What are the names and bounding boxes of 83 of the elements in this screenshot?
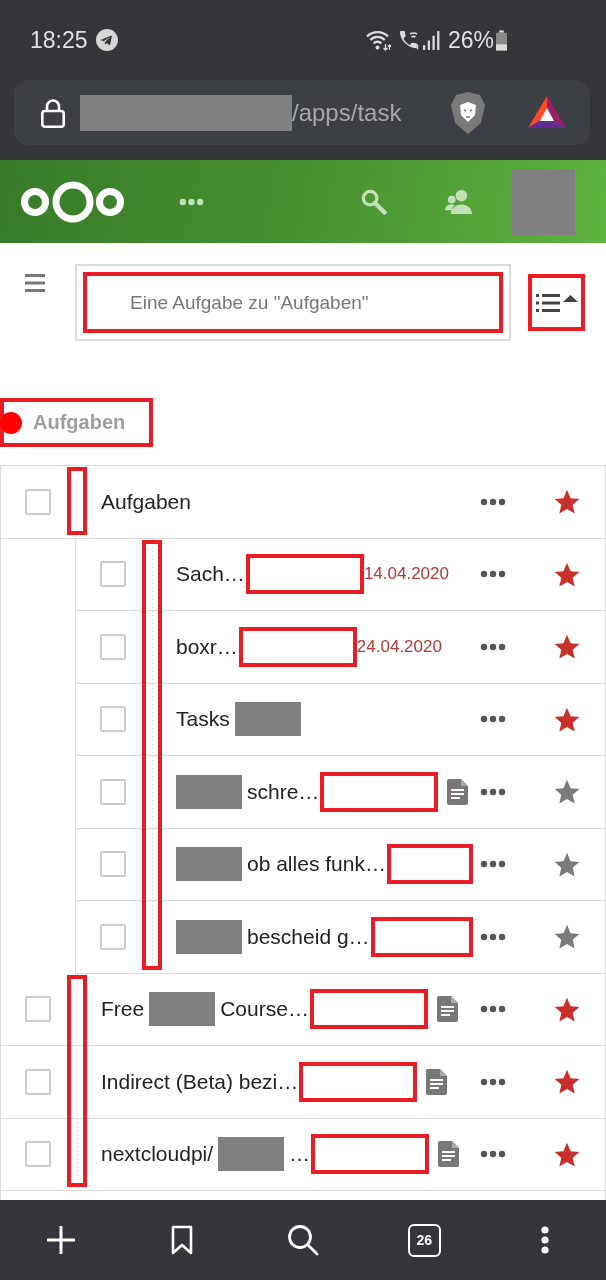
- sort-icon: [535, 292, 578, 313]
- due-date: 24.04.2020: [356, 636, 442, 657]
- due-date: 14.04.2020: [363, 564, 449, 585]
- star-icon[interactable]: [554, 779, 580, 805]
- checkbox[interactable]: [100, 706, 126, 733]
- battery-percentage: 26%: [447, 26, 494, 54]
- more-icon[interactable]: [480, 787, 506, 796]
- star-icon[interactable]: [554, 1069, 580, 1095]
- triangle-icon[interactable]: [528, 95, 566, 130]
- search-field[interactable]: Eine Aufgabe zu "Aufgaben": [75, 264, 511, 341]
- checkbox[interactable]: [100, 633, 126, 660]
- task-title[interactable]: …: [289, 1142, 311, 1167]
- bookmark-icon[interactable]: [170, 1225, 193, 1255]
- redacted-block: [218, 1137, 285, 1172]
- star-icon[interactable]: [554, 1141, 580, 1167]
- plus-icon[interactable]: [46, 1226, 75, 1254]
- task-row[interactable]: Aufgaben: [1, 466, 605, 539]
- task-row[interactable]: boxr… 24.04.2020: [76, 611, 605, 684]
- redacted-block: [149, 992, 216, 1027]
- redacted-block: [511, 168, 575, 235]
- redacted-block: [234, 702, 301, 737]
- search-icon[interactable]: [287, 1224, 319, 1256]
- checkbox[interactable]: [100, 561, 126, 588]
- task-row[interactable]: nextcloudpi/ …: [1, 1118, 605, 1191]
- phone-icon: [397, 29, 420, 51]
- checkbox[interactable]: [25, 1141, 51, 1168]
- more-icon[interactable]: [540, 1226, 551, 1254]
- task-row[interactable]: Tasks: [76, 683, 605, 756]
- signal-icon: [422, 30, 440, 50]
- more-icon[interactable]: [480, 1150, 506, 1159]
- three-rings-logo[interactable]: [21, 180, 124, 223]
- task-title[interactable]: Aufgaben: [101, 489, 191, 514]
- star-icon[interactable]: [554, 851, 580, 877]
- more-icon[interactable]: [480, 497, 506, 506]
- star-icon[interactable]: [554, 489, 580, 515]
- star-icon[interactable]: [554, 706, 580, 732]
- more-icon[interactable]: [480, 1005, 506, 1014]
- more-icon[interactable]: [480, 570, 506, 579]
- task-row[interactable]: Free Course…: [1, 973, 605, 1046]
- lock-icon: [40, 97, 66, 128]
- lion-shield-icon[interactable]: [450, 90, 486, 135]
- wifi-icon: [364, 29, 392, 51]
- task-row[interactable]: schre…: [76, 756, 605, 829]
- task-title[interactable]: Free: [101, 997, 145, 1022]
- checkbox[interactable]: [100, 923, 126, 950]
- task-row[interactable]: ob alles funk…: [76, 828, 605, 901]
- star-icon[interactable]: [554, 924, 580, 950]
- checkbox[interactable]: [100, 851, 126, 878]
- task-title[interactable]: boxr…: [176, 634, 238, 659]
- task-title[interactable]: nextcloudpi/: [101, 1142, 214, 1167]
- checkbox[interactable]: [25, 996, 51, 1023]
- star-icon[interactable]: [554, 996, 580, 1022]
- task-title[interactable]: Sach…: [176, 562, 245, 587]
- star-icon[interactable]: [554, 634, 580, 660]
- checkbox[interactable]: [25, 488, 51, 515]
- url-text: /apps/task: [292, 98, 402, 127]
- redacted-block: [176, 847, 242, 882]
- clock: 18:25: [30, 26, 88, 54]
- more-icon[interactable]: [480, 715, 506, 724]
- sort-button[interactable]: [528, 274, 585, 331]
- menu-icon[interactable]: [25, 273, 45, 293]
- task-title[interactable]: Course…: [220, 997, 309, 1022]
- task-title[interactable]: bescheid g…: [247, 924, 370, 949]
- redacted-block: [176, 919, 242, 954]
- more-icon[interactable]: [480, 1077, 506, 1086]
- more-icon[interactable]: [480, 932, 506, 941]
- checkbox[interactable]: [100, 778, 126, 805]
- tab-count-button[interactable]: 26: [407, 1223, 441, 1257]
- star-icon[interactable]: [554, 561, 580, 587]
- task-row[interactable]: Indirect (Beta) bezi…: [1, 1046, 605, 1119]
- paper-plane-icon: [95, 29, 118, 51]
- task-row[interactable]: Sach… 14.04.2020: [76, 538, 605, 611]
- more-icon[interactable]: [480, 860, 506, 869]
- address-bar[interactable]: /apps/task: [14, 80, 590, 145]
- task-title[interactable]: schre…: [247, 779, 320, 804]
- task-row[interactable]: bescheid g…: [76, 901, 605, 974]
- battery-icon: [496, 29, 507, 51]
- task-title[interactable]: Indirect (Beta) bezi…: [101, 1069, 299, 1094]
- task-title[interactable]: ob alles funk…: [247, 852, 386, 877]
- checkbox[interactable]: [25, 1068, 51, 1095]
- task-title[interactable]: Tasks: [176, 707, 230, 732]
- redacted-block: [176, 774, 242, 809]
- more-icon[interactable]: [480, 642, 506, 651]
